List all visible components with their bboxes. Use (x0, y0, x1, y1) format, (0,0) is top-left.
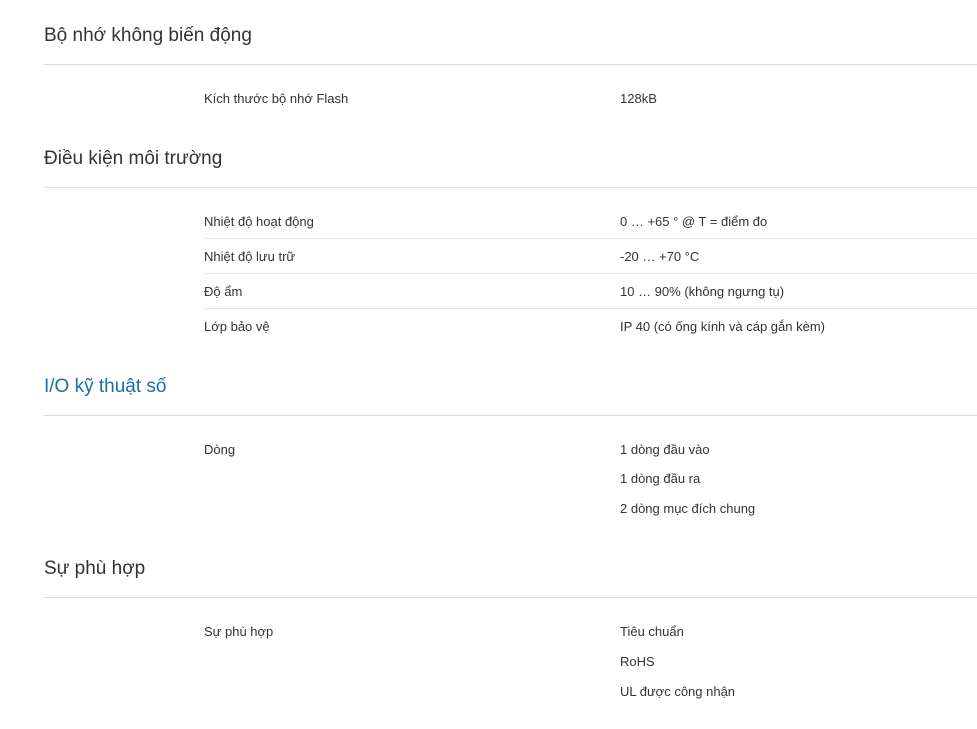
section-non-volatile-memory: Bộ nhớ không biến động Kích thước bộ nhớ… (44, 24, 977, 124)
spec-label: Nhiệt độ hoạt động (204, 214, 314, 229)
section-digital-io: I/O kỹ thuật số Dòng 1 dòng đầu vào 1 dò… (44, 375, 977, 525)
section-divider (44, 415, 977, 416)
spec-value-line: 128kB (620, 91, 657, 106)
row-divider (204, 273, 977, 274)
spec-value-line: Tiêu chuẩn (620, 624, 684, 639)
spec-label: Sự phù hợp (204, 624, 274, 639)
spec-row: Lớp bảo vệ IP 40 (có ống kính và cáp gắn… (204, 319, 977, 339)
spec-value: 1 dòng đầu vào 1 dòng đầu ra 2 dòng mục … (620, 442, 755, 517)
spec-row: Độ ẩm 10 … 90% (không ngưng tụ) (204, 284, 977, 304)
spec-value-line: -20 … +70 °C (620, 249, 700, 264)
spec-value-line: IP 40 (có ống kính và cáp gắn kèm) (620, 319, 825, 334)
section-divider (44, 64, 977, 65)
spec-value: 0 … +65 ° @ T = điểm đo (620, 214, 767, 230)
spec-value-line: 0 … +65 ° @ T = điểm đo (620, 214, 768, 229)
spec-label: Nhiệt độ lưu trữ (204, 249, 296, 264)
row-divider (204, 308, 977, 309)
section-title-link[interactable]: I/O kỹ thuật số (44, 375, 977, 399)
spec-row: Dòng 1 dòng đầu vào 1 dòng đầu ra 2 dòng… (204, 442, 977, 522)
spec-value-line: RoHS (620, 654, 655, 669)
spec-value: IP 40 (có ống kính và cáp gắn kèm) (620, 319, 825, 335)
section-title: Bộ nhớ không biến động (44, 25, 252, 46)
spec-value-line: 2 dòng mục đích chung (620, 501, 756, 516)
spec-row: Nhiệt độ lưu trữ -20 … +70 °C (204, 249, 977, 269)
spec-value: 128kB (620, 91, 657, 107)
section-environmental-conditions: Điều kiện môi trường Nhiệt độ hoạt động … (44, 147, 977, 347)
spec-value-line: 1 dòng đầu vào (620, 442, 710, 457)
section-divider (44, 597, 977, 598)
section-title: Điều kiện môi trường (44, 148, 223, 169)
spec-label: Lớp bảo vệ (204, 319, 270, 334)
spec-label: Độ ẩm (204, 284, 243, 299)
section-title: Sự phù hợp (44, 558, 146, 579)
spec-label: Kích thước bộ nhớ Flash (204, 91, 349, 106)
spec-row: Kích thước bộ nhớ Flash 128kB (204, 91, 977, 111)
spec-row: Sự phù hợp Tiêu chuẩn RoHS UL được công … (204, 624, 977, 704)
section-divider (44, 187, 977, 188)
row-divider (204, 238, 977, 239)
spec-value: -20 … +70 °C (620, 249, 699, 265)
spec-value-line: UL được công nhận (620, 684, 736, 699)
section-compliance: Sự phù hợp Sự phù hợp Tiêu chuẩn RoHS UL… (44, 557, 977, 717)
spec-label: Dòng (204, 442, 236, 457)
spec-value-line: 1 dòng đầu ra (620, 471, 701, 486)
spec-value-line: 10 … 90% (không ngưng tụ) (620, 284, 785, 299)
spec-value: Tiêu chuẩn RoHS UL được công nhận (620, 624, 735, 700)
spec-value: 10 … 90% (không ngưng tụ) (620, 284, 784, 300)
spec-row: Nhiệt độ hoạt động 0 … +65 ° @ T = điểm … (204, 214, 977, 234)
